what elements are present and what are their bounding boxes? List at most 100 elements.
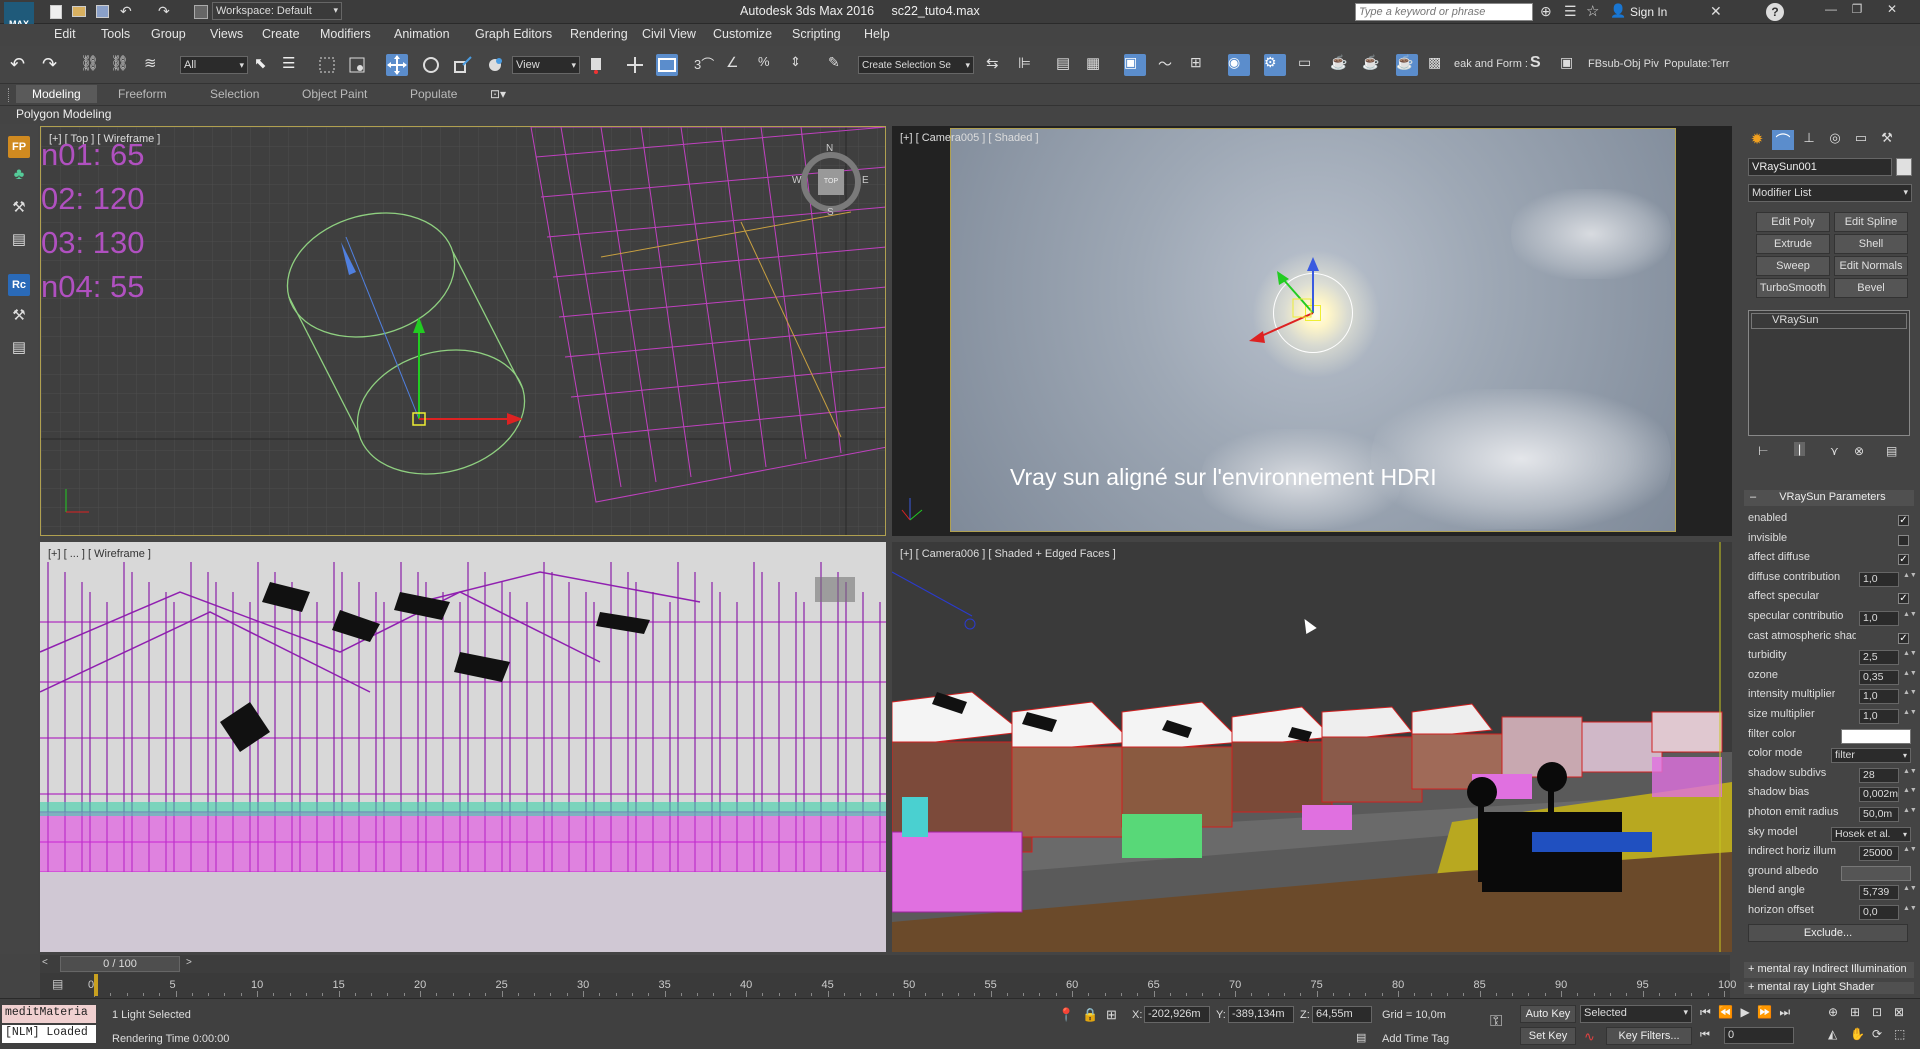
absolute-mode-icon[interactable]: ⊞ (1106, 1007, 1117, 1023)
favorites-icon[interactable]: ☆ (1586, 2, 1599, 20)
rectangular-selection-icon[interactable] (316, 54, 338, 76)
param-spinner-field[interactable]: 50,0m (1859, 807, 1899, 822)
link-icon[interactable]: ⛓ (80, 54, 102, 76)
maxscript-listener[interactable]: meditMateria (2, 1005, 96, 1023)
spinner-arrows-icon[interactable]: ▲▼ (1903, 670, 1917, 685)
key-filters-button[interactable]: Key Filters... (1606, 1027, 1692, 1045)
param-checkbox[interactable]: ✓ (1898, 515, 1909, 526)
zoom-extents-icon[interactable]: ⊡ (1872, 1005, 1882, 1019)
mental-ray-indirect-rollout[interactable]: + mental ray Indirect Illumination (1744, 962, 1914, 978)
snaps-toggle-icon[interactable]: 3⌒ (694, 54, 716, 76)
wrench-icon[interactable]: ⚒ (8, 306, 30, 328)
modifier-stack[interactable]: VRaySun (1748, 310, 1910, 436)
render-production-icon[interactable]: ☕ (1330, 54, 1352, 76)
next-frame-button[interactable]: > (186, 957, 200, 971)
zoom-all-icon[interactable]: ⊞ (1850, 1005, 1860, 1019)
param-dropdown[interactable]: filter ▾ (1831, 748, 1911, 764)
next-frame-icon[interactable]: ⏩ (1757, 1005, 1772, 1019)
time-slider-thumb[interactable]: 0 / 100 (60, 956, 180, 972)
shell-button[interactable]: Shell (1834, 234, 1908, 254)
viewport-camera005-label[interactable]: [+] [ Camera005 ] [ Shaded ] (900, 132, 1039, 144)
tab-modeling[interactable]: Modeling (16, 85, 97, 103)
user-icon[interactable]: 👤 (1610, 3, 1626, 19)
search-field[interactable]: Type a keyword or phrase (1355, 3, 1533, 21)
menu-modifiers[interactable]: Modifiers (320, 27, 371, 41)
param-spinner-field[interactable]: 0,002m (1859, 787, 1899, 803)
spinner-arrows-icon[interactable]: ▲▼ (1903, 768, 1917, 783)
spinner-snap-icon[interactable]: ⇕ (790, 54, 812, 76)
spinner-arrows-icon[interactable]: ▲▼ (1903, 807, 1917, 822)
bevel-button[interactable]: Bevel (1834, 278, 1908, 298)
key-mode-dropdown[interactable]: Selected ▾ (1580, 1005, 1692, 1023)
help-icon[interactable]: ? (1766, 3, 1784, 21)
render-in-cloud-icon[interactable]: ▩ (1428, 54, 1450, 76)
maximize-button[interactable]: ❐ (1846, 2, 1868, 18)
viewport-perspective[interactable]: [+] [ ... ] [ Wireframe ] (40, 542, 886, 952)
param-spinner-field[interactable]: 1,0 (1859, 689, 1899, 705)
param-spinner-field[interactable]: 0,0 (1859, 905, 1899, 920)
select-by-name-icon[interactable]: ☰ (282, 54, 304, 76)
menu-create[interactable]: Create (262, 27, 300, 41)
add-time-tag[interactable]: Add Time Tag (1382, 1033, 1449, 1045)
unlink-icon[interactable]: ⛓ (110, 54, 132, 76)
viewport-top[interactable]: [+] [ Top ] [ Wireframe ] n01: 65 02: 12… (40, 126, 886, 536)
layer-list-icon[interactable]: ▤ (8, 338, 30, 360)
select-and-manipulate-icon[interactable] (624, 54, 646, 76)
pivot-point-center-icon[interactable] (586, 54, 608, 76)
mirror-icon[interactable]: ⇆ (986, 54, 1008, 76)
mental-ray-shader-rollout[interactable]: + mental ray Light Shader (1744, 982, 1914, 994)
exclude-button[interactable]: Exclude... (1748, 924, 1908, 942)
rotate-tool-icon[interactable] (420, 54, 442, 76)
pan-icon[interactable]: ✋ (1850, 1027, 1865, 1041)
fp-icon[interactable]: FP (8, 136, 30, 158)
param-spinner-field[interactable]: 0,35 (1859, 669, 1899, 685)
exchange-icon[interactable]: ✕ (1710, 3, 1722, 20)
utilities-tab-icon[interactable]: ⚒ (1876, 130, 1898, 150)
sweep-button[interactable]: Sweep (1756, 256, 1830, 276)
sign-in-button[interactable]: Sign In (1630, 5, 1667, 19)
selection-filter-dropdown[interactable]: All ▾ (180, 56, 248, 74)
spinner-arrows-icon[interactable]: ▲▼ (1903, 689, 1917, 704)
motion-tab-icon[interactable]: ◎ (1824, 130, 1846, 150)
render-iterative-icon[interactable]: ☕ (1362, 54, 1384, 76)
field-of-view-icon[interactable]: ◭ (1828, 1027, 1837, 1041)
param-spinner-field[interactable]: 1,0 (1859, 709, 1899, 724)
toolbar-text-populate[interactable]: Populate:Terr (1664, 58, 1729, 70)
z-coordinate-field[interactable]: 64,55m (1312, 1006, 1372, 1023)
list-icon[interactable]: ▤ (8, 230, 30, 252)
key-tangent-icon[interactable]: ∿ (1584, 1029, 1595, 1045)
open-file-icon[interactable] (72, 6, 86, 17)
activeshade-icon[interactable]: ☕ (1396, 54, 1418, 76)
workspace-dropdown[interactable]: Workspace: Default ▾ (212, 2, 342, 20)
orbit-icon[interactable]: ⟳ (1872, 1027, 1882, 1041)
time-tag-icon[interactable]: ▤ (1356, 1031, 1366, 1044)
place-tool-icon[interactable] (484, 54, 506, 76)
modify-tab-icon[interactable]: ⌒ (1772, 130, 1794, 150)
edit-spline-button[interactable]: Edit Spline (1834, 212, 1908, 232)
material-editor-icon[interactable]: ◉ (1228, 54, 1250, 76)
spinner-arrows-icon[interactable]: ▲▼ (1903, 885, 1917, 900)
close-button[interactable]: ✕ (1872, 2, 1912, 18)
param-color-swatch[interactable] (1841, 728, 1911, 744)
previous-frame-icon[interactable]: ⏪ (1718, 1005, 1733, 1019)
key-mode-toggle-icon[interactable]: ⏮ (1700, 1029, 1710, 1042)
tools-icon[interactable]: ⚒ (8, 198, 30, 220)
tab-selection[interactable]: Selection (210, 87, 259, 101)
display-tab-icon[interactable]: ▭ (1850, 130, 1872, 150)
redo-icon[interactable]: ↷ (158, 3, 170, 20)
window-crossing-icon[interactable] (346, 54, 368, 76)
render-setup-icon[interactable]: ⚙ (1264, 54, 1286, 76)
script-s-icon[interactable]: S (1530, 54, 1552, 76)
menu-graph-editors[interactable]: Graph Editors (475, 27, 552, 41)
configure-sets-icon[interactable]: ▤ (1886, 444, 1897, 458)
minimize-button[interactable]: — (1820, 2, 1842, 18)
bind-space-warp-icon[interactable]: ≋ (144, 54, 166, 76)
param-spinner-field[interactable]: 1,0 (1859, 611, 1899, 626)
spinner-arrows-icon[interactable]: ▲▼ (1903, 846, 1917, 861)
menu-help[interactable]: Help (864, 27, 890, 41)
param-spinner-field[interactable]: 1,0 (1859, 571, 1899, 587)
ribbon-options-icon[interactable]: ⊡▾ (490, 87, 506, 101)
viewport-camera006-label[interactable]: [+] [ Camera006 ] [ Shaded + Edged Faces… (900, 548, 1116, 560)
graphite-toolset-icon[interactable]: ▣ (1124, 54, 1146, 76)
viewcube-compass[interactable]: TOP N S E W (792, 143, 869, 218)
